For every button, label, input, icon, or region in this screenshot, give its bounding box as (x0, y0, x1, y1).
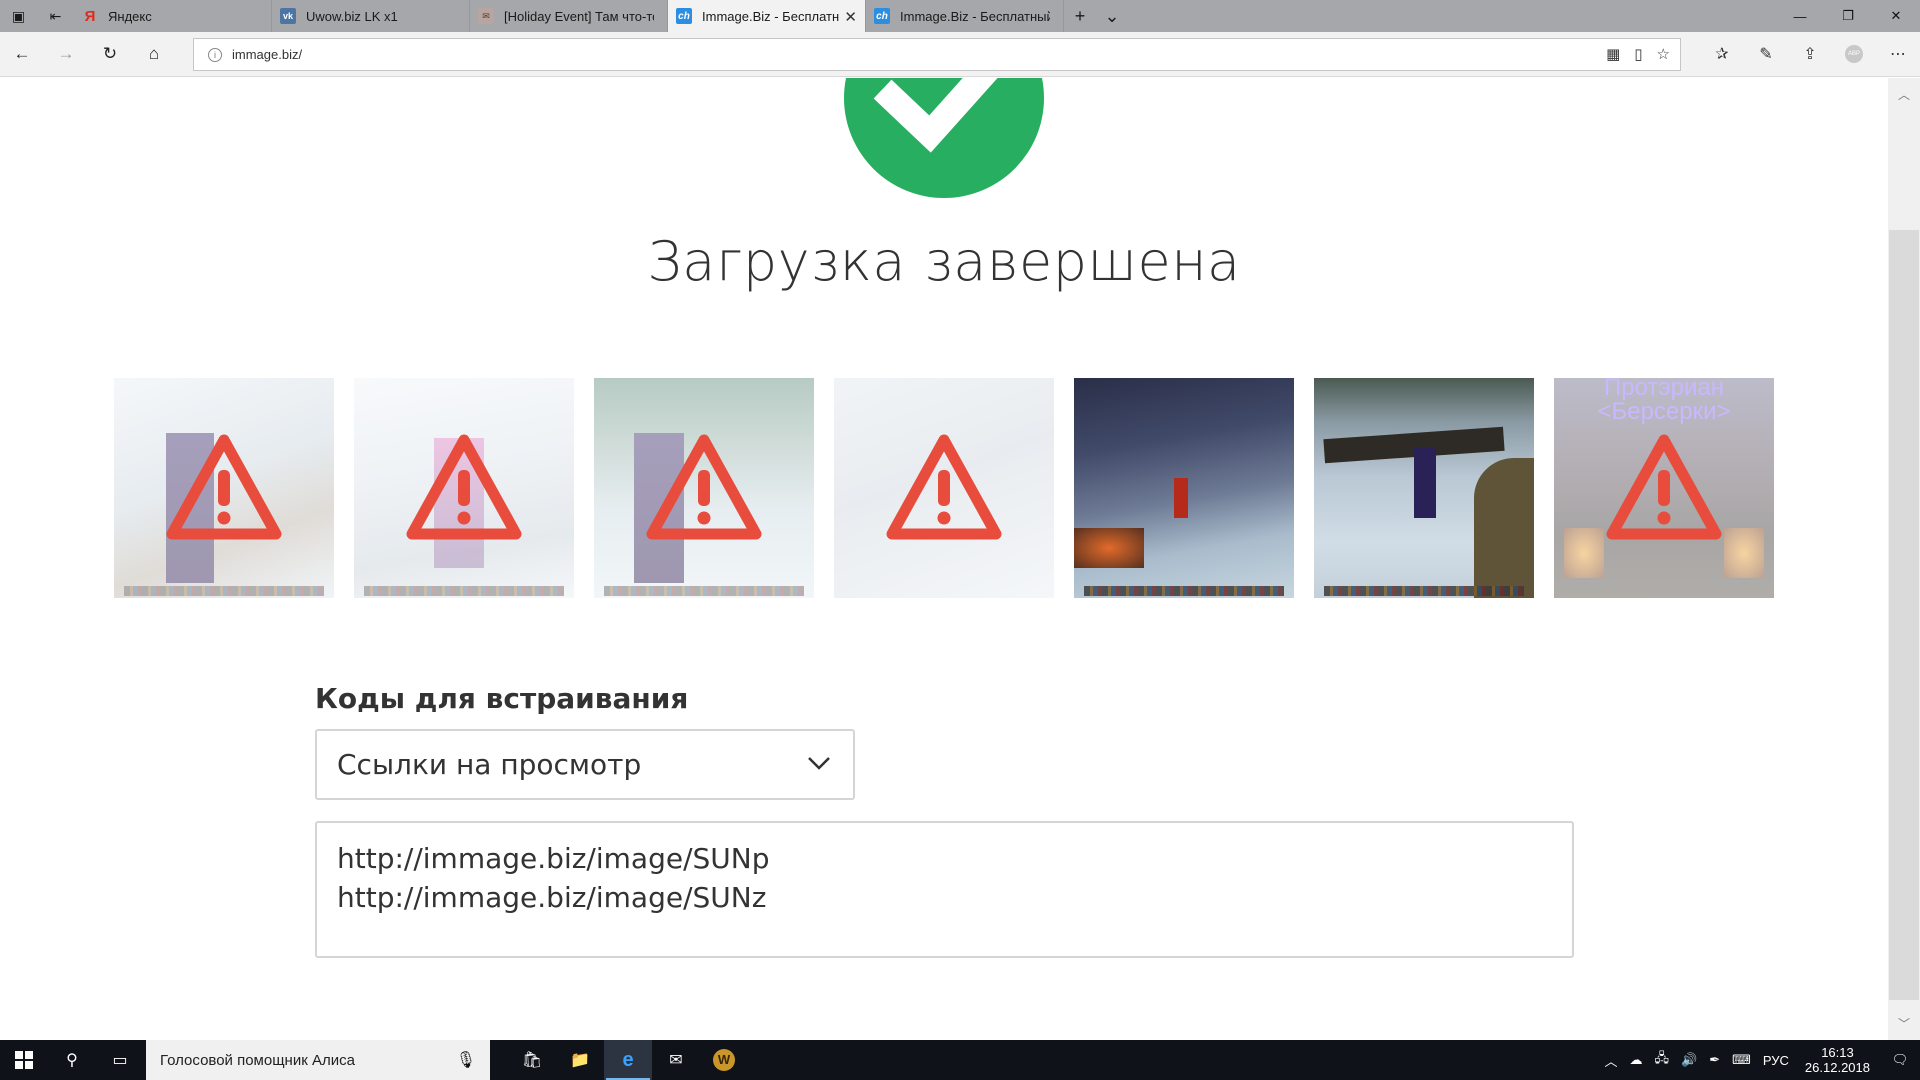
tab-manager-icon[interactable]: ▣ (0, 0, 37, 32)
tab-uwow[interactable]: vk Uwow.biz LK x1 (272, 0, 470, 32)
site-info-icon[interactable]: i (208, 47, 222, 62)
tab-holiday-event[interactable]: ✉ [Holiday Event] Там что-то (470, 0, 668, 32)
home-icon[interactable]: ⌂ (138, 40, 170, 68)
maximize-icon[interactable]: ❐ (1824, 0, 1872, 32)
clock[interactable]: 16:13 26.12.2018 (1795, 1045, 1880, 1075)
tab-immage-2[interactable]: ch Immage.Biz - Бесплатный х (866, 0, 1064, 32)
more-menu-icon[interactable]: ⋯ (1876, 40, 1920, 68)
tab-preview-chevron-icon[interactable]: ⌄ (1096, 0, 1128, 32)
tab-label: Яндекс (108, 8, 152, 24)
tab-immage-active[interactable]: ch Immage.Biz - Бесплатн ✕ (668, 0, 866, 32)
thumbnail-5[interactable] (1074, 378, 1294, 598)
store-icon[interactable]: 🛍 (508, 1040, 556, 1080)
tab-yandex[interactable]: Я Яндекс (74, 0, 272, 32)
chevron-down-icon (808, 757, 830, 770)
back-icon[interactable]: ← (6, 40, 38, 68)
vk-favicon-icon: vk (280, 8, 296, 24)
task-view-icon[interactable]: ▭ (96, 1040, 144, 1080)
close-window-icon[interactable]: ✕ (1872, 0, 1920, 32)
warning-icon (646, 434, 762, 540)
immage-favicon-icon: ch (874, 8, 890, 24)
thumbnail-6[interactable] (1314, 378, 1534, 598)
page-viewport: Загрузка завершена Протэриан <Берсерки> … (0, 78, 1888, 1040)
close-tab-icon[interactable]: ✕ (844, 8, 857, 26)
minimize-icon[interactable]: — (1776, 0, 1824, 32)
search-icon[interactable]: ⚲ (48, 1040, 96, 1080)
scroll-down-icon[interactable]: ﹀ (1888, 1015, 1920, 1032)
browser-navbar: ← → ↻ ⌂ i immage.biz/ ▦ ▯ ☆ ✰ ✎ ⇪ ABP ⋯ (0, 32, 1920, 77)
pen-notes-icon[interactable]: ✎ (1744, 40, 1788, 68)
windows-taskbar: ⚲ ▭ Голосовой помощник Алиса 🎙 🛍 📁 e ✉ W… (0, 1040, 1920, 1080)
uploaded-thumbnails: Протэриан <Берсерки> (114, 378, 1774, 598)
adblock-icon[interactable]: ABP (1845, 45, 1863, 63)
embed-codes-label: Коды для встраивания (315, 682, 689, 715)
edge-browser-icon[interactable]: e (604, 1040, 652, 1080)
windows-start-icon[interactable] (0, 1040, 48, 1080)
tab-label: Uwow.biz LK x1 (306, 8, 398, 24)
reading-view-icon[interactable]: ▯ (1634, 45, 1642, 63)
warning-icon (166, 434, 282, 540)
success-check-icon (844, 78, 1044, 198)
search-placeholder: Голосовой помощник Алиса (160, 1051, 355, 1069)
scrollbar-thumb[interactable] (1889, 230, 1919, 1000)
yandex-favicon-icon: Я (84, 7, 96, 25)
thumbnail-overlay-text: Протэриан <Берсерки> (1597, 378, 1731, 425)
share-icon[interactable]: ⇪ (1788, 40, 1832, 68)
select-value: Ссылки на просмотр (337, 748, 642, 781)
notifications-icon[interactable]: 🗨 (1880, 1052, 1920, 1068)
microphone-icon[interactable]: 🎙 (456, 1050, 476, 1070)
battlenet-wow-icon[interactable]: W (700, 1040, 748, 1080)
embed-codes-textarea[interactable]: http://immage.biz/image/SUNp http://imma… (315, 821, 1574, 958)
thumbnail-4[interactable] (834, 378, 1054, 598)
onedrive-icon[interactable]: ☁ (1624, 1052, 1649, 1068)
thumbnail-1[interactable] (114, 378, 334, 598)
url-text: immage.biz/ (232, 47, 303, 62)
clock-date: 26.12.2018 (1804, 1060, 1870, 1075)
scroll-up-icon[interactable]: ︿ (1888, 86, 1920, 103)
thumbnail-7[interactable]: Протэриан <Берсерки> (1554, 378, 1774, 598)
system-tray: ︿ ☁ 🖧 🔊 ✒ ⌨ РУС 16:13 26.12.2018 🗨 (1599, 1040, 1920, 1080)
file-explorer-icon[interactable]: 📁 (556, 1040, 604, 1080)
tab-label: Immage.Biz - Бесплатн (702, 8, 840, 24)
browser-tab-strip: ▣ ⇤ Я Яндекс vk Uwow.biz LK x1 ✉ [Holida… (0, 0, 1920, 32)
tab-label: [Holiday Event] Там что-то (504, 8, 654, 24)
tray-expand-icon[interactable]: ︿ (1599, 1051, 1624, 1070)
code-line: http://immage.biz/image/SUNp (337, 842, 770, 875)
code-line: http://immage.biz/image/SUNz (337, 881, 767, 914)
alice-search-box[interactable]: Голосовой помощник Алиса 🎙 (146, 1040, 490, 1080)
forum-favicon-icon: ✉ (478, 8, 494, 24)
new-tab-icon[interactable]: + (1064, 0, 1096, 32)
thumbnail-2[interactable] (354, 378, 574, 598)
warning-icon (406, 434, 522, 540)
embed-format-select[interactable]: Ссылки на просмотр (315, 729, 855, 800)
mail-icon[interactable]: ✉ (652, 1040, 700, 1080)
thumbnail-3[interactable] (594, 378, 814, 598)
refresh-icon[interactable]: ↻ (94, 40, 126, 68)
language-indicator[interactable]: РУС (1757, 1053, 1795, 1068)
warning-icon (886, 434, 1002, 540)
clock-time: 16:13 (1821, 1045, 1854, 1060)
warning-icon (1606, 434, 1722, 540)
qr-extension-icon[interactable]: ▦ (1606, 45, 1620, 63)
forward-icon[interactable]: → (50, 40, 82, 68)
page-scrollbar[interactable]: ︿ ﹀ (1888, 78, 1920, 1040)
address-bar[interactable]: i immage.biz/ ▦ ▯ ☆ (193, 38, 1681, 71)
immage-favicon-icon: ch (676, 8, 692, 24)
network-icon[interactable]: 🖧 (1649, 1049, 1676, 1071)
volume-icon[interactable]: 🔊 (1675, 1052, 1703, 1068)
pen-icon[interactable]: ✒ (1703, 1052, 1726, 1068)
favorites-hub-icon[interactable]: ✰ (1700, 40, 1744, 68)
tab-label: Immage.Biz - Бесплатный х (900, 8, 1050, 24)
set-aside-tabs-icon[interactable]: ⇤ (37, 0, 74, 32)
favorite-star-icon[interactable]: ☆ (1657, 45, 1670, 63)
page-title: Загрузка завершена (647, 230, 1241, 293)
keyboard-icon[interactable]: ⌨ (1726, 1052, 1757, 1068)
